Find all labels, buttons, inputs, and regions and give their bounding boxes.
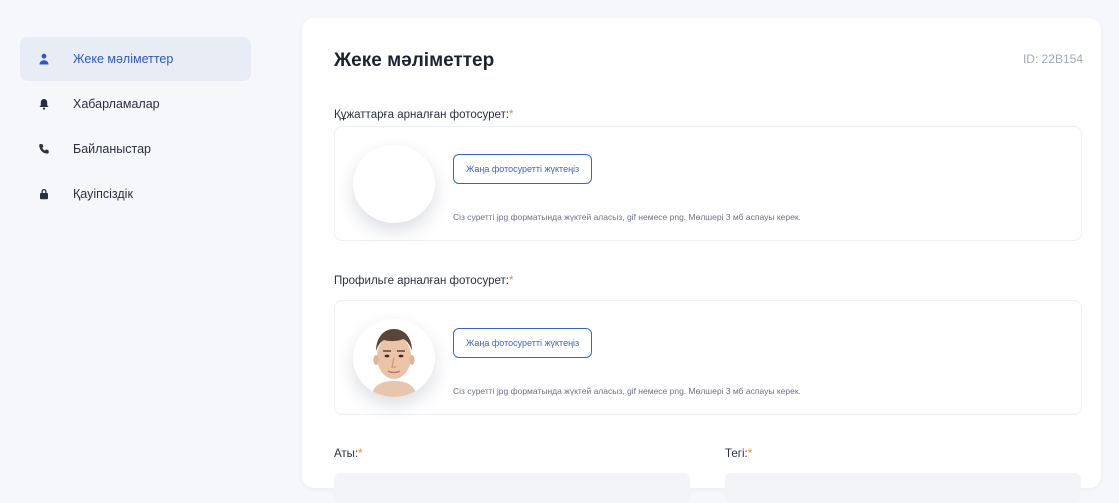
document-photo-upload-button[interactable]: Жаңа фотосуретті жүктеңіз: [453, 154, 593, 184]
document-photo-placeholder[interactable]: [353, 145, 435, 223]
sidebar-item-label: Қауіпсіздік: [73, 187, 133, 201]
sidebar-item-security[interactable]: Қауіпсіздік: [20, 172, 251, 216]
user-icon: [37, 52, 51, 66]
profile-photo-hint: Сіз суретті jpg форматында жүктей аласыз…: [453, 386, 801, 396]
sidebar: Жеке мәліметтер Хабарламалар Байланыстар…: [0, 0, 302, 478]
user-id: ID: 22B154: [1022, 52, 1083, 66]
required-mark: *: [747, 448, 753, 460]
profile-photo-card: Жаңа фотосуретті жүктеңіз Сіз суретті jp…: [334, 300, 1082, 415]
required-mark: *: [508, 275, 514, 287]
required-mark: *: [509, 109, 514, 121]
face-portrait-icon: [353, 319, 435, 397]
document-photo-label-text: Құжаттарға арналған фотосурет:: [334, 109, 510, 121]
document-photo-card: Жаңа фотосуретті жүктеңіз Сіз суретті jp…: [334, 126, 1082, 241]
first-name-label: Аты:*: [334, 448, 363, 460]
profile-photo-label: Профильге арналған фотосурет:*: [334, 275, 513, 287]
document-photo-label: Құжаттарға арналған фотосурет:*: [334, 109, 514, 121]
page-title: Жеке мәліметтер: [334, 50, 495, 71]
sidebar-item-label: Байланыстар: [73, 142, 152, 156]
profile-photo-upload-button[interactable]: Жаңа фотосуретті жүктеңіз: [453, 328, 593, 358]
profile-photo-avatar[interactable]: [353, 319, 435, 397]
document-photo-hint: Сіз суретті jpg форматында жүктей аласыз…: [453, 212, 801, 222]
bell-icon: [37, 97, 51, 111]
last-name-label-text: Тегі:: [725, 448, 748, 460]
phone-icon: [37, 142, 51, 156]
sidebar-item-notifications[interactable]: Хабарламалар: [20, 82, 251, 126]
lock-icon: [37, 187, 51, 201]
sidebar-item-label: Жеке мәліметтер: [73, 52, 174, 66]
sidebar-item-contacts[interactable]: Байланыстар: [20, 127, 251, 171]
profile-photo-label-text: Профильге арналған фотосурет:: [334, 275, 509, 287]
sidebar-item-label: Хабарламалар: [73, 97, 160, 111]
sidebar-item-personal-info[interactable]: Жеке мәліметтер: [20, 37, 251, 81]
first-name-label-text: Аты:: [334, 448, 359, 460]
last-name-label: Тегі:*: [725, 448, 752, 460]
personal-info-panel: Жеке мәліметтер ID: 22B154 Құжаттарға ар…: [302, 18, 1101, 503]
required-mark: *: [358, 448, 363, 460]
